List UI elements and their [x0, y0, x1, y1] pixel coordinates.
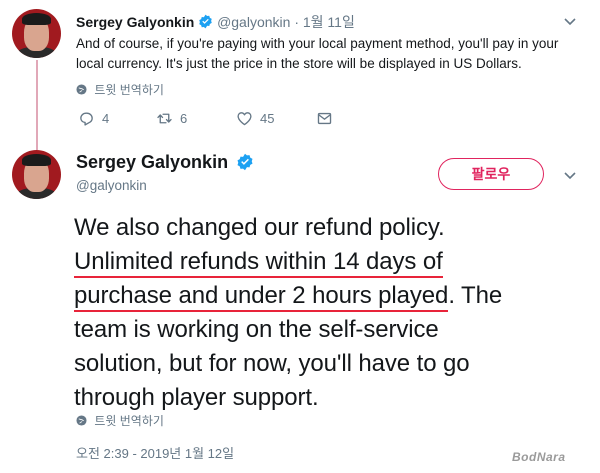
reply-button[interactable]: 4 [78, 110, 109, 127]
tweet-text-fragment: . The [448, 282, 503, 309]
tweet-actions: 4 6 45 [76, 110, 376, 132]
tweet-text-line: team is working on the self-service [74, 316, 439, 343]
highlighted-text: Unlimited refunds within 14 days of [74, 248, 443, 278]
retweet-count: 6 [180, 111, 188, 126]
heart-icon [237, 112, 252, 126]
author-handle[interactable]: @galyonkin [217, 14, 290, 30]
author-name-row: Sergey Galyonkin [76, 152, 254, 173]
tweet-text-line: through player support. [74, 384, 319, 411]
tweet-text-line: purchase and under 2 hours played. The [74, 279, 574, 313]
tweet-text: We also changed our refund policy. Unlim… [74, 211, 574, 415]
chevron-down-icon[interactable] [563, 14, 577, 28]
translate-label: 트윗 번역하기 [94, 83, 164, 97]
highlighted-text: purchase and under 2 hours played [74, 282, 448, 312]
watermark-logo: BodNara [512, 450, 566, 464]
author-name[interactable]: Sergey Galyonkin [76, 14, 194, 30]
like-button[interactable]: 45 [236, 110, 274, 127]
translate-tweet-link[interactable]: 트윗 번역하기 [76, 412, 164, 429]
follow-button[interactable]: 팔로우 [438, 158, 544, 190]
tweet-text-line: Unlimited refunds within 14 days of [74, 245, 574, 279]
like-count: 45 [260, 111, 275, 126]
verified-badge-icon [199, 14, 212, 29]
retweet-icon [157, 113, 172, 124]
verified-badge-icon [237, 153, 253, 171]
tweet-text-line: We also changed our refund policy. [74, 214, 445, 241]
thread-connector-line [36, 60, 38, 150]
globe-icon [76, 84, 87, 95]
retweet-button[interactable]: 6 [156, 110, 187, 127]
avatar[interactable] [12, 150, 61, 199]
reply-icon [80, 112, 93, 126]
tweet-text-line: solution, but for now, you'll have to go [74, 350, 470, 377]
avatar[interactable] [12, 9, 61, 58]
tweet-date[interactable]: · 1월 11일 [294, 14, 355, 30]
tweet-text: And of course, if you're paying with you… [76, 36, 559, 71]
author-handle[interactable]: @galyonkin [76, 178, 147, 193]
chevron-down-icon[interactable] [563, 168, 577, 182]
tweet-timestamp[interactable]: 오전 2:39 - 2019년 1월 12일 [76, 443, 234, 462]
direct-message-button[interactable] [316, 110, 340, 127]
globe-icon [76, 415, 87, 426]
reply-count: 4 [102, 111, 110, 126]
tweet1-header: Sergey Galyonkin @galyonkin · 1월 11일 [76, 12, 355, 32]
translate-label: 트윗 번역하기 [94, 414, 164, 428]
translate-tweet-link[interactable]: 트윗 번역하기 [76, 81, 164, 98]
author-name[interactable]: Sergey Galyonkin [76, 152, 228, 172]
envelope-icon [317, 112, 332, 125]
